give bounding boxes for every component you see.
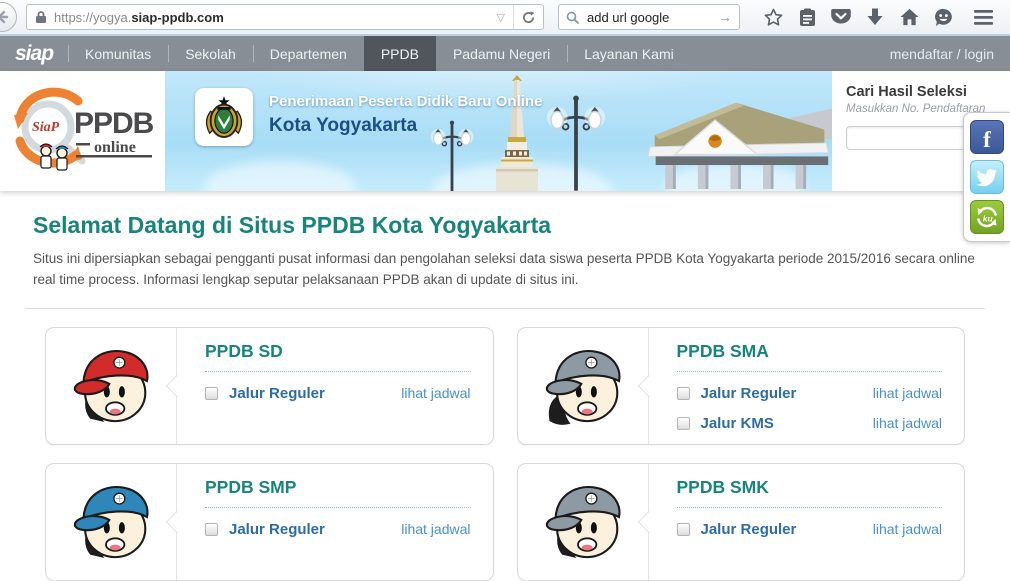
logo-ppdb-text: PPDB [74,107,154,140]
back-button[interactable] [0,2,17,32]
jalur-link[interactable]: Jalur Reguler [229,521,325,538]
login-link[interactable]: mendaftar / login [890,36,1010,71]
siap-logo[interactable]: siap [0,36,68,71]
social-share-panel: f ku [963,112,1010,242]
download-icon[interactable] [858,2,892,32]
magnifier-icon [566,11,579,24]
student-avatar-smp [46,464,176,580]
bookmark-dropdown-icon[interactable]: ▽ [489,11,513,24]
kraton-building-illustration [647,102,832,189]
intro-paragraph: Situs ini dipersiapkan sebagai pengganti… [33,251,975,287]
lihat-jadwal-link[interactable]: lihat jadwal [873,521,942,537]
street-lamp-small-illustration [427,113,477,191]
jalur-link[interactable]: Jalur Reguler [701,521,797,538]
nav-item-sekolah[interactable]: Sekolah [168,36,253,71]
jalur-row: Jalur Reguler lihat jadwal [205,385,471,402]
go-arrow-icon[interactable]: → [718,9,732,25]
card-ppdb-sd: PPDB SD Jalur Reguler lihat jadwal [45,326,494,445]
svg-text:ku: ku [983,213,994,223]
card-ppdb-smp: PPDB SMP Jalur Reguler lihat jadwal [45,462,494,581]
reload-icon[interactable] [513,5,543,29]
nav-item-departemen[interactable]: Departemen [252,36,364,71]
student-avatar-smk [518,464,648,580]
jalur-checkbox[interactable] [676,416,690,430]
card-title-smk[interactable]: PPDB SMK [676,477,942,508]
jalur-row: Jalur KMS lihat jadwal [676,415,942,432]
site-header-banner: SiaP PPDB online Penerimaan Peserta Didi… [0,71,1010,191]
banner-title: Penerimaan Peserta Didik Baru Online [269,93,543,110]
search-bar[interactable]: → [558,4,740,30]
jalur-checkbox[interactable] [676,522,690,536]
star-icon[interactable] [756,2,790,32]
bookmarks-clipboard-icon[interactable] [790,2,824,32]
jalur-link[interactable]: Jalur Reguler [229,385,325,402]
twitter-icon[interactable] [970,160,1004,194]
student-avatar-sma [518,328,648,444]
main-content: Selamat Datang di Situs PPDB Kota Yogyak… [0,212,1010,581]
url-domain: siap-ppdb.com [131,9,224,25]
site-navbar: siap Komunitas Sekolah Departemen PPDB P… [0,36,1010,71]
yogyakarta-city-emblem [195,88,253,146]
search-results-title: Cari Hasil Seleksi [846,84,967,100]
svg-text:SiaP: SiaP [32,120,60,135]
lock-icon [35,10,47,24]
card-ppdb-smk: PPDB SMK Jalur Reguler lihat jadwal [516,462,965,581]
home-icon[interactable] [892,2,926,32]
jalur-checkbox[interactable] [676,386,690,400]
nav-item-ppdb[interactable]: PPDB [363,36,436,71]
search-input[interactable] [585,8,718,26]
hamburger-menu-icon[interactable] [966,2,1000,32]
nav-item-padamu-negeri[interactable]: Padamu Negeri [436,36,567,71]
lihat-jadwal-link[interactable]: lihat jadwal [873,385,942,401]
card-title-sma[interactable]: PPDB SMA [676,341,942,372]
card-ppdb-sma: PPDB SMA Jalur Reguler lihat jadwal Jalu… [516,326,965,445]
lihat-jadwal-link[interactable]: lihat jadwal [401,385,470,401]
nav-item-komunitas[interactable]: Komunitas [68,36,168,71]
url-scheme: https://yogya. [54,9,132,25]
ppdb-online-logo[interactable]: SiaP PPDB online [0,71,165,191]
browser-toolbar: https://yogya.siap-ppdb.com ▽ → [0,0,1010,36]
ppdb-level-cards: PPDB SD Jalur Reguler lihat jadwal PPDB … [33,326,977,581]
page-title: Selamat Datang di Situs PPDB Kota Yogyak… [33,212,552,238]
lihat-jadwal-link[interactable]: lihat jadwal [401,521,470,537]
lihat-jadwal-link[interactable]: lihat jadwal [873,415,942,431]
jalur-link[interactable]: Jalur KMS [701,415,774,432]
banner-illustration: Penerimaan Peserta Didik Baru Online Kot… [165,71,832,191]
jalur-checkbox[interactable] [205,522,218,536]
jalur-row: Jalur Reguler lihat jadwal [676,385,942,402]
kaskus-icon[interactable]: ku [970,200,1004,234]
section-divider [25,307,985,309]
street-lamp-large-illustration [543,85,609,191]
jalur-row: Jalur Reguler lihat jadwal [205,521,471,538]
jalur-row: Jalur Reguler lihat jadwal [676,521,942,538]
banner-subtitle: Kota Yogyakarta [269,115,418,136]
logo-online-text: online [94,139,136,156]
pocket-icon[interactable] [824,2,858,32]
student-avatar-sd [46,328,176,444]
hello-chat-icon[interactable] [926,2,960,32]
jalur-link[interactable]: Jalur Reguler [701,385,797,402]
url-bar[interactable]: https://yogya.siap-ppdb.com ▽ [26,4,544,30]
facebook-icon[interactable]: f [970,120,1004,154]
card-title-smp[interactable]: PPDB SMP [205,477,471,508]
card-title-sd[interactable]: PPDB SD [205,341,471,372]
jalur-checkbox[interactable] [205,386,218,400]
nav-item-layanan-kami[interactable]: Layanan Kami [567,36,691,71]
